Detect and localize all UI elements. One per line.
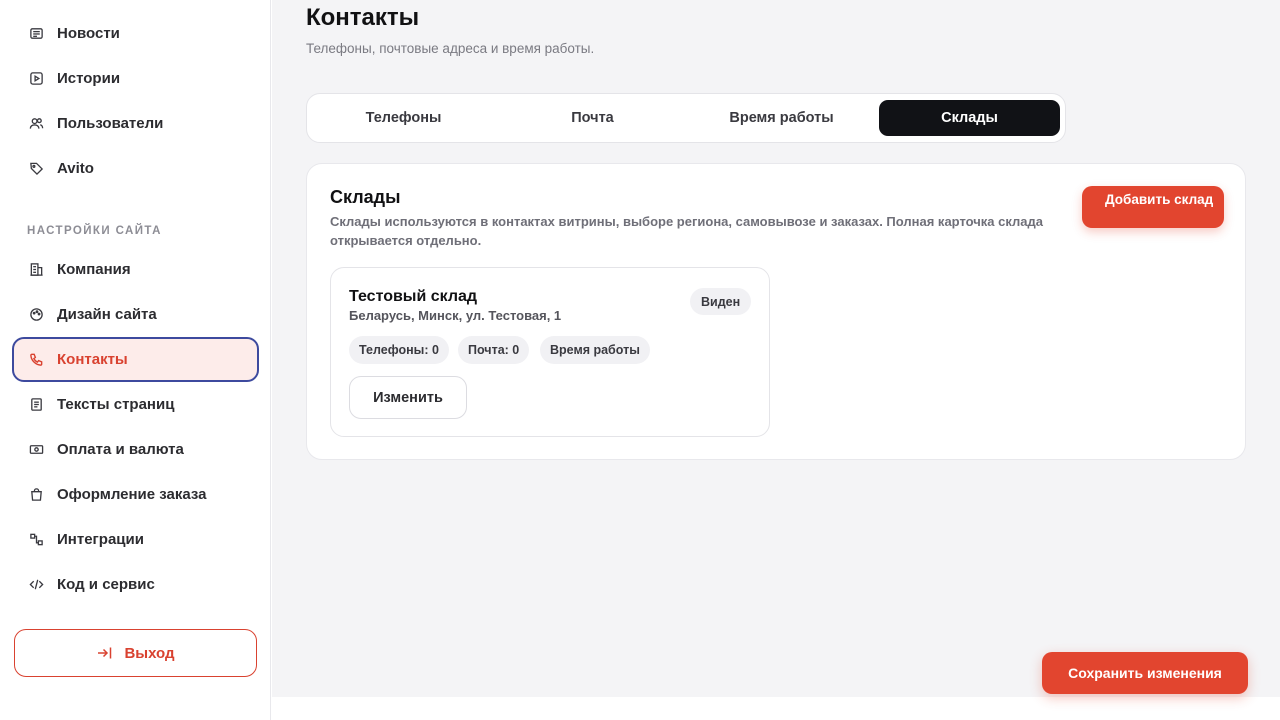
warehouse-address: Беларусь, Минск, ул. Тестовая, 1 [349,308,562,323]
sidebar-item-label: Дизайн сайта [57,306,157,323]
sidebar-item-page-texts[interactable]: Тексты страниц [12,382,259,427]
sidebar-item-label: Новости [57,25,120,42]
page-title: Контакты [306,4,420,31]
visibility-badge: Виден [690,288,752,315]
phone-icon [27,351,45,369]
sidebar-item-label: Пользователи [57,115,164,132]
building-icon [27,261,45,279]
sidebar-item-payment-currency[interactable]: Оплата и валюта [12,427,259,472]
chip-working-hours: Время работы [540,336,650,364]
chip-phones-count: Телефоны: 0 [349,336,449,364]
sidebar-item-code-service[interactable]: Код и сервис [12,562,259,607]
contacts-tabs: Телефоны Почта Время работы Склады [306,93,1066,143]
edit-warehouse-button[interactable]: Изменить [349,376,467,419]
tab-working-hours[interactable]: Время работы [691,100,872,136]
sidebar-item-label: Истории [57,70,121,87]
warehouse-name: Тестовый склад [349,288,478,305]
section-label-site-settings: НАСТРОЙКИ САЙТА [27,225,162,237]
sidebar-item-stories[interactable]: Истории [12,56,259,101]
document-icon [27,396,45,414]
sidebar-item-avito[interactable]: Avito [12,146,259,191]
section-description: Склады используются в контактах витрины,… [330,214,1044,248]
sidebar-item-label: Оплата и валюта [57,441,184,458]
sidebar-item-company[interactable]: Компания [12,247,259,292]
chip-mail-count: Почта: 0 [458,336,530,364]
sidebar-item-news[interactable]: Новости [12,11,259,56]
add-warehouse-button[interactable]: Добавить склад [1082,186,1224,228]
warehouse-card: Тестовый склад Беларусь, Минск, ул. Тест… [330,267,770,437]
sidebar-item-contacts[interactable]: Контакты [12,337,259,382]
sidebar-item-label: Интеграции [57,531,144,548]
tab-phones[interactable]: Телефоны [313,100,494,136]
sidebar-item-label: Компания [57,261,131,278]
logout-label: Выход [124,644,175,662]
sidebar-item-integrations[interactable]: Интеграции [12,517,259,562]
logout-icon [96,644,114,662]
banknote-icon [27,441,45,459]
users-icon [27,115,45,133]
sidebar-item-site-design[interactable]: Дизайн сайта [12,292,259,337]
logout-button[interactable]: Выход [14,629,257,677]
sidebar-item-label: Тексты страниц [57,396,175,413]
main-content: Контакты Телефоны, почтовые адреса и вре… [272,0,1280,697]
shopping-bag-icon [27,486,45,504]
section-title: Склады [330,187,401,207]
workflow-icon [27,531,45,549]
sidebar-item-label: Avito [57,160,94,177]
sidebar-item-label: Контакты [57,351,128,368]
tab-warehouses[interactable]: Склады [879,100,1060,136]
palette-icon [27,306,45,324]
sidebar-item-label: Оформление заказа [57,486,207,503]
sidebar-item-label: Код и сервис [57,576,155,593]
play-square-icon [27,70,45,88]
tag-icon [27,160,45,178]
sidebar: Новости Истории Пользователи Avito НАСТР… [0,0,271,720]
sidebar-item-users[interactable]: Пользователи [12,101,259,146]
newspaper-icon [27,25,45,43]
code-icon [27,576,45,594]
warehouses-card: Склады Склады используются в контактах в… [306,163,1246,460]
save-changes-button[interactable]: Сохранить изменения [1042,652,1248,694]
tab-mail[interactable]: Почта [502,100,683,136]
sidebar-item-checkout[interactable]: Оформление заказа [12,472,259,517]
page-subtitle: Телефоны, почтовые адреса и время работы… [306,41,595,56]
